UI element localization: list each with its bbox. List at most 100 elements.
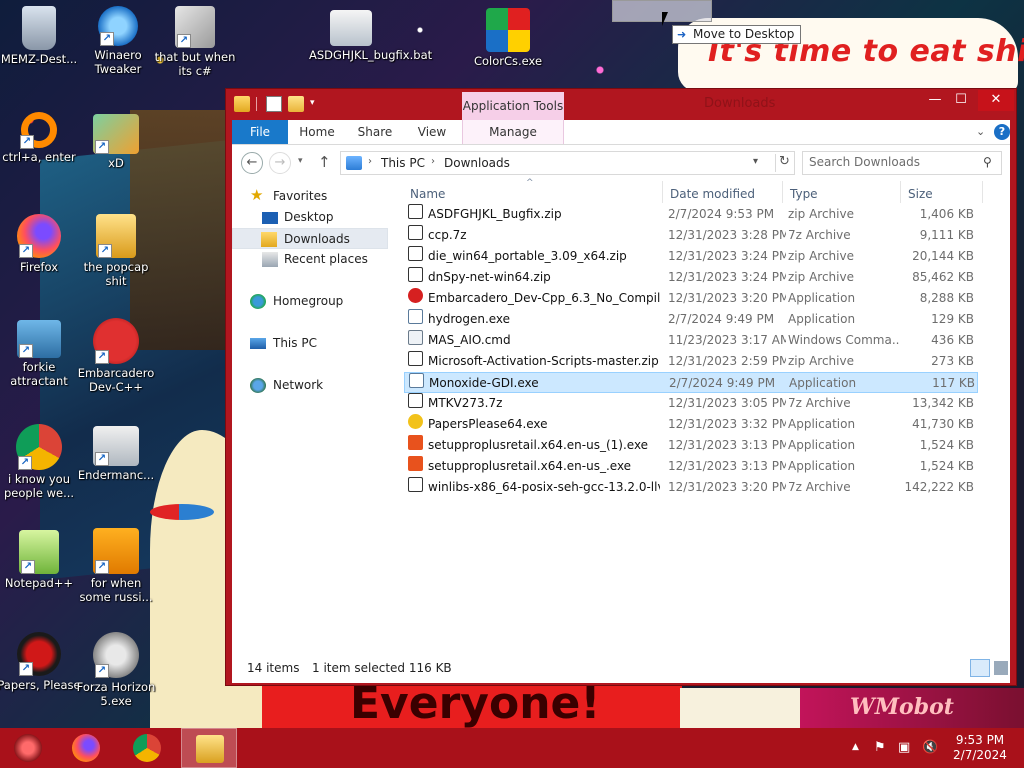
address-dropdown-icon[interactable]: ▾ xyxy=(753,156,758,167)
desktop-icon-forkie[interactable]: ↗ forkie attractant xyxy=(0,320,81,388)
file-row[interactable]: MAS_AIO.cmd 11/23/2023 3:17 AM Windows Com… xyxy=(404,330,978,351)
desktop-icon-dependencies[interactable]: ↗ for when some russi... xyxy=(74,528,158,604)
nav-label: Homegroup xyxy=(273,294,344,308)
refresh-icon[interactable]: ↻ xyxy=(775,154,793,172)
desktop-icon-winaero[interactable]: ↗ Winaero Tweaker xyxy=(76,6,160,76)
file-type: 7z Archive xyxy=(788,228,851,242)
file-row[interactable]: ccp.7z 12/31/2023 3:28 PM 7z Archive 9,111 … xyxy=(404,225,978,246)
search-input[interactable] xyxy=(809,155,979,169)
start-button[interactable] xyxy=(0,728,56,768)
expand-ribbon-icon[interactable]: ⌄ xyxy=(976,125,985,138)
wallpaper-fish xyxy=(150,504,214,520)
nav-label: Downloads xyxy=(284,232,350,246)
breadcrumb-this-pc[interactable]: This PC xyxy=(381,156,425,170)
volume-muted-icon[interactable]: 🔇 xyxy=(922,740,938,755)
search-icon[interactable]: ⚲ xyxy=(983,155,992,169)
file-row[interactable]: dnSpy-net-win64.zip 12/31/2023 3:24 PM zip… xyxy=(404,267,978,288)
details-view-icon[interactable] xyxy=(970,659,990,677)
firefox-icon xyxy=(72,734,100,762)
breadcrumb-downloads[interactable]: Downloads xyxy=(444,156,510,170)
minimize-button[interactable]: — xyxy=(922,90,948,111)
maximize-button[interactable]: ☐ xyxy=(948,90,974,111)
tab-home[interactable]: Home xyxy=(292,120,342,144)
breadcrumb-separator-icon[interactable]: › xyxy=(368,156,372,167)
file-row[interactable]: setupproplusretail.x64.en-us_.exe 12/31/2… xyxy=(404,456,978,477)
new-folder-icon[interactable] xyxy=(288,96,304,112)
tab-file[interactable]: File xyxy=(232,120,288,144)
desktop-icon-xd[interactable]: ↗ xD xyxy=(74,114,158,170)
desktop-icon-endermanch[interactable]: ↗ Endermanc... xyxy=(74,426,158,482)
file-row[interactable]: hydrogen.exe 2/7/2024 9:49 PM Application 1… xyxy=(404,309,978,330)
nav-network[interactable]: Network xyxy=(232,375,388,396)
explorer-window[interactable]: ▾ Application Tools Downloads — ☐ ✕ File… xyxy=(225,88,1017,686)
file-size: 273 KB xyxy=(931,354,974,368)
recent-locations-button[interactable]: ▾ xyxy=(298,156,303,166)
taskbar-firefox[interactable] xyxy=(58,728,114,768)
help-icon[interactable]: ? xyxy=(994,124,1010,140)
file-row[interactable]: PapersPlease64.exe 12/31/2023 3:32 PM Appl… xyxy=(404,414,978,435)
tab-manage[interactable]: Manage xyxy=(462,120,564,144)
forward-button[interactable]: → xyxy=(269,152,291,174)
file-row[interactable]: Microsoft-Activation-Scripts-master.zip 1… xyxy=(404,351,978,372)
taskbar-chrome[interactable] xyxy=(119,728,175,768)
move-arrow-icon: ➜ xyxy=(677,28,687,41)
network-tray-icon[interactable]: ▣ xyxy=(898,740,910,755)
column-header-name[interactable]: Name xyxy=(410,183,660,205)
taskbar-clock[interactable]: 9:53 PM 2/7/2024 xyxy=(950,733,1010,763)
search-box[interactable]: ⚲ xyxy=(802,151,1002,175)
breadcrumb-separator-icon[interactable]: › xyxy=(431,156,435,167)
file-row[interactable]: winlibs-x86_64-posix-seh-gcc-13.2.0-llv.… xyxy=(404,477,978,498)
column-divider[interactable] xyxy=(782,181,783,203)
title-bar[interactable]: ▾ Application Tools Downloads — ☐ ✕ xyxy=(226,89,1016,120)
action-center-flag-icon[interactable]: ⚑ xyxy=(874,740,886,755)
close-button[interactable]: ✕ xyxy=(978,90,1014,111)
column-divider[interactable] xyxy=(662,181,663,203)
file-row[interactable]: die_win64_portable_3.09_x64.zip 12/31/202… xyxy=(404,246,978,267)
file-size: 1,524 KB xyxy=(919,459,974,473)
up-button[interactable]: ↑ xyxy=(318,153,331,171)
file-row[interactable]: Monoxide-GDI.exe 2/7/2024 9:49 PM Applicat… xyxy=(404,372,978,393)
back-button[interactable]: ← xyxy=(241,152,263,174)
column-header-date[interactable]: Date modified xyxy=(670,183,782,205)
nav-downloads[interactable]: Downloads xyxy=(232,228,388,249)
large-icons-view-icon[interactable] xyxy=(994,661,1008,675)
nav-homegroup[interactable]: Homegroup xyxy=(232,291,388,312)
column-header-size[interactable]: Size xyxy=(908,183,978,205)
column-divider[interactable] xyxy=(900,181,901,203)
file-row[interactable]: ASDFGHJKL_Bugfix.zip 2/7/2024 9:53 PM zip … xyxy=(404,204,978,225)
show-hidden-icons-icon[interactable]: ▲ xyxy=(852,742,859,752)
desktop-icon-firefox[interactable]: ↗ Firefox xyxy=(0,214,81,274)
desktop-icon-chrome[interactable]: ↗ i know you people we... xyxy=(0,424,81,500)
folder-icon xyxy=(234,96,250,112)
properties-icon[interactable] xyxy=(266,96,282,112)
desktop-icon-label: xD xyxy=(108,156,124,170)
desktop-icon-bugfix-bat[interactable]: ASDGHJKL_bugfix.bat xyxy=(309,10,432,62)
desktop-icon-papers-please[interactable]: ↗ Papers, Please xyxy=(0,632,81,692)
desktop-icon-ctrl-a[interactable]: ↗ ctrl+a, enter xyxy=(0,112,81,164)
file-row[interactable]: Embarcadero_Dev-Cpp_6.3_No_Compiler... 12… xyxy=(404,288,978,309)
nav-recent-places[interactable]: Recent places xyxy=(232,249,388,270)
desktop-icon-label: Notepad++ xyxy=(4,576,74,590)
network-icon xyxy=(250,378,266,393)
tab-share[interactable]: Share xyxy=(348,120,402,144)
nav-favorites[interactable]: ★ Favorites xyxy=(232,186,388,207)
nav-this-pc[interactable]: This PC xyxy=(232,333,388,354)
desktop-icon-devcpp[interactable]: ↗ Embarcadero Dev-C++ xyxy=(74,318,158,394)
tab-view[interactable]: View xyxy=(406,120,458,144)
desktop-icon-memz[interactable]: MEMZ-Dest... xyxy=(0,6,81,66)
nav-desktop[interactable]: Desktop xyxy=(232,207,388,228)
chevron-down-icon[interactable]: ▾ xyxy=(310,98,315,108)
wallpaper-meme-bottom: Everyone! xyxy=(262,678,682,728)
address-bar[interactable]: › This PC › Downloads ▾ ↻ xyxy=(340,151,795,175)
file-row[interactable]: MTKV273.7z 12/31/2023 3:05 PM 7z Archive 13… xyxy=(404,393,978,414)
wallpaper-corner-panel: WMobot xyxy=(800,688,1024,728)
desktop-icon-notepadpp[interactable]: ↗ Notepad++ xyxy=(0,530,81,590)
column-divider[interactable] xyxy=(982,181,983,203)
taskbar-file-explorer[interactable] xyxy=(181,728,237,768)
desktop-icon-colorcs[interactable]: ColorCs.exe xyxy=(466,8,550,68)
desktop-icon-popcap[interactable]: ↗ the popcap shit xyxy=(74,214,158,288)
file-row[interactable]: setupproplusretail.x64.en-us_(1).exe 12/3… xyxy=(404,435,978,456)
desktop-icon-forza[interactable]: ↗ Forza Horizon 5.exe xyxy=(74,632,158,708)
desktop-icon-stacked[interactable]: ↗ that but when its c# xyxy=(153,6,237,78)
column-header-type[interactable]: Type xyxy=(790,183,900,205)
